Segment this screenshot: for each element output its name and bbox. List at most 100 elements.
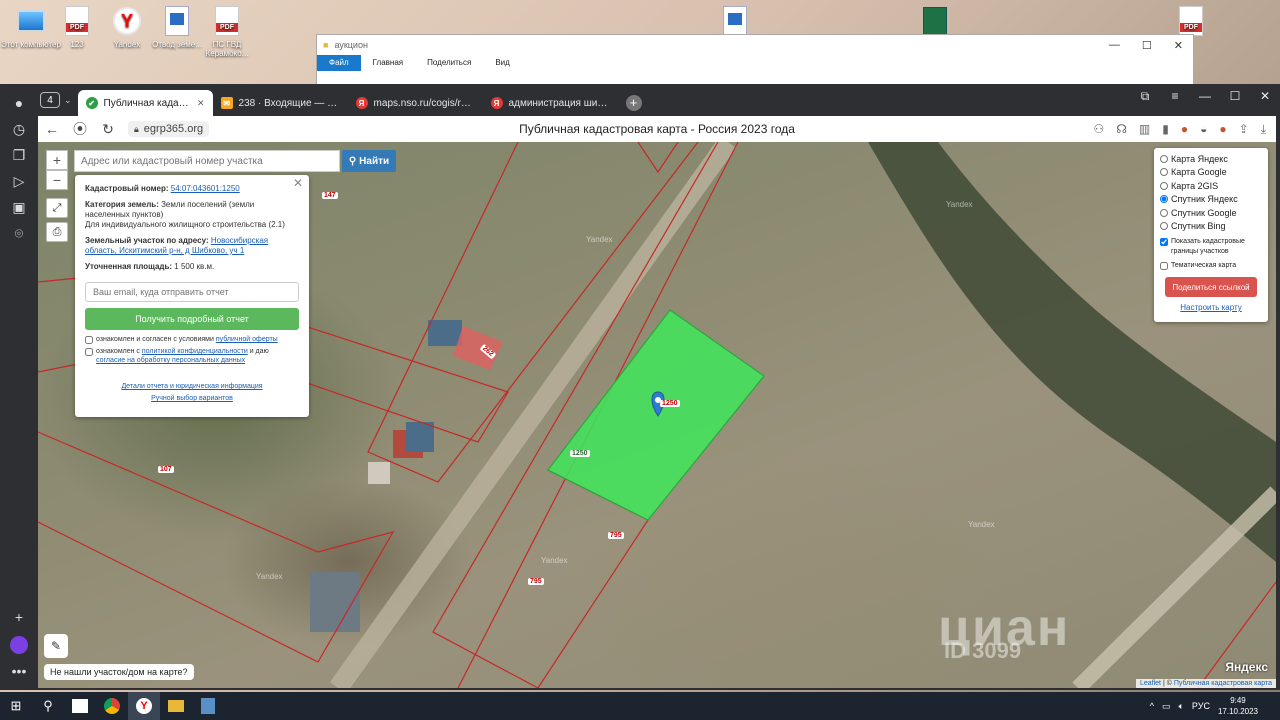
- menu-icon[interactable]: ≡: [1160, 84, 1190, 108]
- desktop-icon-ps-gvd[interactable]: ПС ГВД Керамоко...: [196, 4, 258, 58]
- chrome-icon[interactable]: [96, 692, 128, 720]
- headphones-icon[interactable]: ☊: [1116, 122, 1127, 137]
- lock-icon: 🔒︎: [134, 123, 139, 134]
- file-explorer-window[interactable]: ■ аукцион — ☐ ✕ Файл Главная Поделиться …: [316, 34, 1194, 86]
- zoom-out-button[interactable]: −: [46, 170, 68, 190]
- language-indicator[interactable]: РУС: [1192, 701, 1210, 711]
- start-button[interactable]: ⊞: [0, 692, 32, 720]
- thematic-checkbox[interactable]: [1160, 262, 1168, 270]
- clock[interactable]: 9:49 17.10.2023: [1218, 695, 1258, 717]
- url-field[interactable]: 🔒︎ egrp365.org: [128, 121, 210, 137]
- leaflet-link[interactable]: Leaflet: [1140, 680, 1161, 687]
- layer-radio[interactable]: [1160, 168, 1168, 177]
- close-icon[interactable]: ✕: [293, 177, 303, 189]
- print-icon[interactable]: ⎙: [46, 222, 68, 242]
- add-panel-icon[interactable]: +: [0, 604, 38, 630]
- maximize-button[interactable]: ☐: [1220, 84, 1250, 108]
- network-icon[interactable]: ▭: [1162, 701, 1171, 712]
- layer-radio[interactable]: [1160, 181, 1168, 190]
- extension-3-icon[interactable]: ●: [1219, 122, 1226, 137]
- maximize-button[interactable]: ☐: [1142, 39, 1152, 52]
- new-tab-button[interactable]: +: [625, 95, 642, 111]
- report-details-link[interactable]: Детали отчета и юридическая информация: [121, 383, 262, 390]
- layer-radio[interactable]: [1160, 222, 1168, 231]
- minimize-button[interactable]: —: [1109, 39, 1120, 52]
- minimize-button[interactable]: —: [1190, 84, 1220, 108]
- search-button[interactable]: ⚲ Найти: [342, 150, 396, 172]
- email-input[interactable]: [85, 282, 299, 302]
- tabs-panel-icon[interactable]: ⧉: [1130, 84, 1160, 108]
- tab-close-icon[interactable]: ✕: [197, 98, 205, 109]
- ribbon-tab-home[interactable]: Главная: [361, 55, 415, 71]
- layer-radio[interactable]: [1160, 195, 1168, 204]
- offer-link[interactable]: публичной оферты: [216, 336, 278, 343]
- back-arrow-icon[interactable]: ←: [38, 121, 66, 137]
- layer-option[interactable]: Карта Google: [1160, 166, 1262, 180]
- tab-mail[interactable]: ✉ 238 · Входящие — Яндекс: [213, 90, 348, 116]
- reader-icon[interactable]: ▥: [1139, 122, 1150, 137]
- more-icon[interactable]: •••: [0, 658, 38, 684]
- cadastral-map[interactable]: 147 1250 1250 795 795 107 262 Yandex Yan…: [38, 142, 1276, 688]
- show-borders-option[interactable]: Показать кадастровые границы участков: [1160, 237, 1262, 257]
- consent-link[interactable]: согласие на обработку персональных данны…: [96, 357, 245, 364]
- offer-checkbox[interactable]: [85, 336, 93, 344]
- manual-choice-link[interactable]: Ручной выбор вариантов: [151, 395, 233, 402]
- layer-option[interactable]: Карта Яндекс: [1160, 152, 1262, 166]
- layer-option[interactable]: Спутник Google: [1160, 206, 1262, 220]
- extensions-icon[interactable]: ⚇: [1093, 122, 1104, 137]
- folder-icon[interactable]: [160, 692, 192, 720]
- protect-icon[interactable]: ⦿: [66, 119, 94, 139]
- browser-window: ● ◷ ❐ ▷ ▣ ⌾ + ••• 4 ⌄ ✔ Публичная кадаст…: [0, 84, 1280, 690]
- zoom-in-button[interactable]: +: [46, 150, 68, 170]
- pencil-icon[interactable]: ✎: [44, 634, 68, 658]
- extension-1-icon[interactable]: ●: [1181, 122, 1188, 137]
- layer-option[interactable]: Спутник Bing: [1160, 220, 1262, 234]
- search-input[interactable]: [74, 150, 340, 172]
- download-icon[interactable]: ⤓: [1261, 122, 1266, 137]
- chevron-up-icon[interactable]: ^: [1150, 701, 1154, 711]
- configure-map-link[interactable]: Настроить карту: [1160, 303, 1262, 312]
- notes-icon[interactable]: ▣: [0, 194, 38, 220]
- layer-radio[interactable]: [1160, 154, 1168, 163]
- not-found-button[interactable]: Не нашли участок/дом на карте?: [44, 664, 194, 680]
- yandex-browser-icon[interactable]: Y: [128, 692, 160, 720]
- layer-radio[interactable]: [1160, 208, 1168, 217]
- app-icon[interactable]: [64, 692, 96, 720]
- ribbon-tab-file[interactable]: Файл: [317, 55, 361, 71]
- source-link[interactable]: Публичная кадастровая карта: [1174, 680, 1272, 687]
- bookmark-icon[interactable]: ▮: [1162, 122, 1169, 137]
- chevron-down-icon[interactable]: ⌄: [64, 95, 72, 106]
- screenshot-icon[interactable]: ⌾: [0, 220, 38, 246]
- fullscreen-icon[interactable]: ⤢: [46, 198, 68, 218]
- app-icon[interactable]: [192, 692, 224, 720]
- tab-cadastral-map[interactable]: ✔ Публичная кадастрова ✕: [77, 90, 213, 116]
- get-report-button[interactable]: Получить подробный отчет: [85, 308, 299, 330]
- extension-2-icon[interactable]: ◒: [1200, 122, 1207, 137]
- search-icon[interactable]: ⚲: [32, 692, 64, 720]
- collections-icon[interactable]: ❐: [0, 142, 38, 168]
- tab-maps-nso[interactable]: Я maps.nso.ru/cogis/regional: [348, 90, 483, 116]
- layer-option[interactable]: Спутник Яндекс: [1160, 193, 1262, 207]
- ribbon-tab-view[interactable]: Вид: [483, 55, 521, 71]
- media-icon[interactable]: ▷: [0, 168, 38, 194]
- privacy-checkbox[interactable]: [85, 348, 93, 356]
- volume-icon[interactable]: 🔈︎: [1179, 701, 1184, 712]
- share-link-button[interactable]: Поделиться ссылкой: [1165, 277, 1257, 297]
- privacy-link[interactable]: политикой конфиденциальности: [142, 348, 248, 355]
- close-button[interactable]: ✕: [1174, 39, 1183, 52]
- map-attribution: Leaflet | © Публичная кадастровая карта: [1135, 679, 1276, 688]
- cadastral-number-link[interactable]: 54:07:043601:1250: [171, 184, 240, 193]
- reload-icon[interactable]: ↻: [94, 121, 122, 138]
- tab-count-badge[interactable]: 4: [40, 92, 60, 108]
- share-icon[interactable]: ⇪: [1239, 122, 1249, 137]
- alice-icon[interactable]: [0, 632, 38, 658]
- ribbon-tab-share[interactable]: Поделиться: [415, 55, 483, 71]
- profile-icon[interactable]: ●: [0, 90, 38, 116]
- tab-administration[interactable]: Я администрация шибковс: [483, 90, 618, 116]
- history-icon[interactable]: ◷: [0, 116, 38, 142]
- file-icon: [720, 4, 750, 38]
- close-button[interactable]: ✕: [1250, 84, 1280, 108]
- thematic-option[interactable]: Тематическая карта: [1160, 261, 1262, 271]
- layer-option[interactable]: Карта 2GIS: [1160, 179, 1262, 193]
- show-borders-checkbox[interactable]: [1160, 238, 1168, 246]
